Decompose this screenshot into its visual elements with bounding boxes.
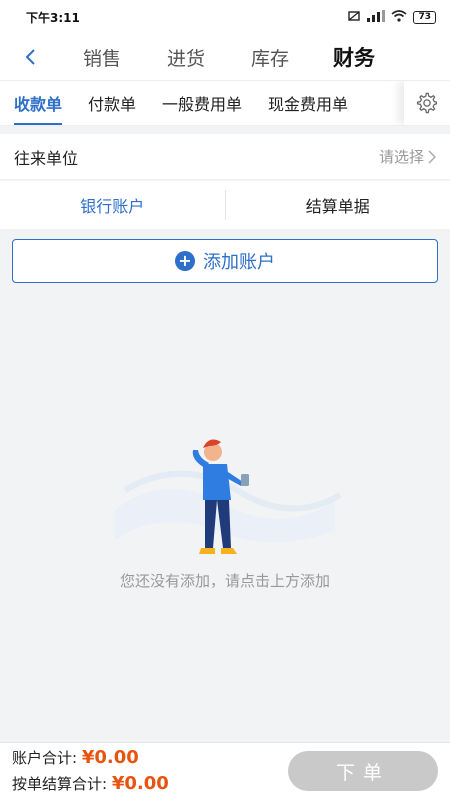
settle-total: 按单结算合计: ¥0.00 — [12, 773, 169, 794]
tab-general-expense[interactable]: 一般费用单 — [162, 81, 242, 125]
alarm-icon — [347, 9, 361, 26]
submit-order-button[interactable]: 下单 — [288, 751, 438, 791]
account-total: 账户合计: ¥0.00 — [12, 747, 139, 768]
screen: 下午3:11 73 销售 进货 库存 财务 收款单 付款单 一般费用单 现金费用… — [0, 0, 450, 800]
top-tabs: 销售 进货 库存 财务 — [60, 42, 396, 72]
status-bar: 下午3:11 73 — [0, 0, 450, 34]
partner-label: 往来单位 — [14, 148, 79, 168]
plus-circle-icon: + — [175, 251, 195, 271]
empty-state-message: 您还没有添加，请点击上方添加 — [119, 572, 330, 590]
tab-receipt[interactable]: 收款单 — [14, 81, 63, 125]
chevron-left-icon — [25, 49, 35, 65]
account-total-value: ¥0.00 — [81, 747, 139, 768]
empty-state-illustration — [115, 439, 342, 554]
chevron-right-icon — [428, 149, 436, 164]
partner-selector[interactable]: 往来单位 请选择 — [0, 134, 450, 180]
settle-total-label: 按单结算合计: — [12, 775, 108, 793]
tab-purchase[interactable]: 进货 — [144, 44, 228, 71]
battery-icon: 73 — [413, 10, 436, 24]
settings-button[interactable] — [404, 81, 450, 125]
add-account-button[interactable]: + 添加账户 — [12, 239, 438, 283]
signal-icon — [367, 9, 386, 25]
tab-cash-expense[interactable]: 现金费用单 — [268, 81, 348, 125]
settle-total-value: ¥0.00 — [111, 773, 169, 794]
tab-bank-account[interactable]: 银行账户 — [0, 193, 225, 217]
tab-inventory[interactable]: 库存 — [228, 44, 312, 71]
account-total-label: 账户合计: — [12, 749, 78, 767]
tab-settlement-docs[interactable]: 结算单据 — [226, 193, 450, 217]
status-icons: 73 — [347, 9, 436, 26]
tab-sales[interactable]: 销售 — [60, 44, 144, 71]
tab-finance[interactable]: 财务 — [312, 42, 396, 72]
sub-tabs: 收款单 付款单 一般费用单 现金费用单 — [0, 80, 450, 126]
partner-select[interactable]: 请选择 — [379, 146, 436, 167]
tab-payment[interactable]: 付款单 — [88, 81, 136, 125]
sub-tab-list: 收款单 付款单 一般费用单 现金费用单 — [0, 81, 404, 125]
partner-placeholder: 请选择 — [378, 148, 424, 166]
gear-icon — [416, 92, 438, 114]
top-nav: 销售 进货 库存 财务 — [0, 34, 450, 80]
back-button[interactable] — [0, 34, 60, 80]
wifi-icon — [391, 9, 407, 25]
add-account-label: 添加账户 — [203, 252, 275, 273]
segment-tabs: 银行账户 结算单据 — [0, 181, 450, 229]
footer-bar: 账户合计: ¥0.00 按单结算合计: ¥0.00 下单 — [0, 742, 450, 800]
status-time: 下午3:11 — [26, 10, 80, 25]
